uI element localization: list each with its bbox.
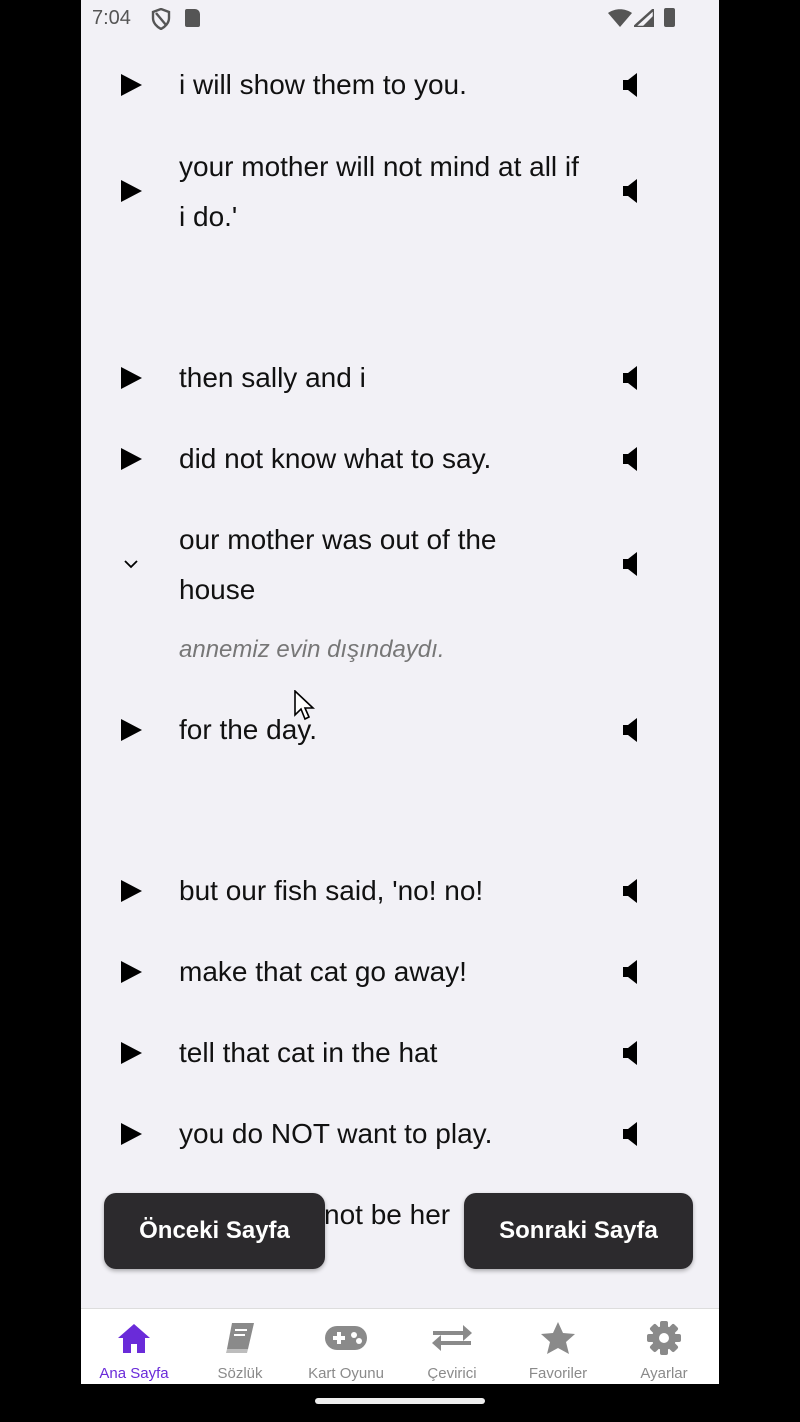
speaker-icon[interactable] xyxy=(623,447,641,471)
nav-item-home[interactable]: Ana Sayfa xyxy=(81,1309,187,1384)
speaker-icon[interactable] xyxy=(623,73,641,97)
status-time: 7:04 xyxy=(92,7,131,29)
speaker-icon[interactable] xyxy=(623,879,641,903)
sentence-text: our mother was out of the house xyxy=(179,524,497,605)
sentence-row: your mother will not mind at all if i do… xyxy=(81,142,719,242)
sentence-text: i will show them to you. xyxy=(179,69,467,100)
wifi-icon xyxy=(608,9,632,27)
sentence-text: did not know what to say. xyxy=(179,443,492,474)
sentence-row: tell that cat in the hat xyxy=(81,1028,719,1078)
speaker-icon[interactable] xyxy=(623,718,641,742)
nav-item-translator[interactable]: Çevirici xyxy=(399,1309,505,1384)
speaker-icon[interactable] xyxy=(623,960,641,984)
sentence-text: your mother will not mind at all if i do… xyxy=(179,151,579,232)
nav-item-favorites[interactable]: Favoriler xyxy=(505,1309,611,1384)
play-icon[interactable] xyxy=(121,719,142,741)
nav-item-settings[interactable]: Ayarlar xyxy=(611,1309,717,1384)
nav-label: Ayarlar xyxy=(640,1365,688,1382)
nav-item-dictionary[interactable]: Sözlük xyxy=(187,1309,293,1384)
previous-page-button[interactable]: Önceki Sayfa xyxy=(104,1193,325,1269)
gear-icon xyxy=(611,1319,717,1357)
swap-arrows-icon xyxy=(399,1319,505,1357)
play-icon[interactable] xyxy=(121,448,142,470)
nav-label: Favoriler xyxy=(528,1365,588,1382)
gamepad-icon xyxy=(293,1319,399,1357)
speaker-icon[interactable] xyxy=(623,366,641,390)
star-icon xyxy=(505,1319,611,1357)
nav-label: Çevirici xyxy=(427,1365,477,1382)
sentence-row: for the day. xyxy=(81,705,719,755)
sentence-text: then sally and i xyxy=(179,362,366,393)
sd-card-icon xyxy=(185,9,200,27)
nav-label: Ana Sayfa xyxy=(99,1365,169,1382)
play-icon[interactable] xyxy=(121,1042,142,1064)
battery-icon xyxy=(664,8,675,27)
speaker-icon[interactable] xyxy=(623,1041,641,1065)
sentence-text: you do NOT want to play. xyxy=(179,1118,493,1149)
next-page-button[interactable]: Sonraki Sayfa xyxy=(464,1193,693,1269)
sentence-text: for the day. xyxy=(179,714,318,745)
mouse-cursor-icon xyxy=(294,690,316,721)
speaker-icon[interactable] xyxy=(623,179,641,203)
sentence-row: did not know what to say. xyxy=(81,434,719,484)
play-icon[interactable] xyxy=(121,880,142,902)
sentence-text: make that cat go away! xyxy=(179,956,467,987)
play-icon[interactable] xyxy=(121,74,142,96)
sentence-row: you do NOT want to play. xyxy=(81,1109,719,1159)
app-screen: 7:04 i will show them to you. your mothe… xyxy=(81,0,719,1384)
play-icon[interactable] xyxy=(121,961,142,983)
sentence-row: make that cat go away! xyxy=(81,947,719,997)
speaker-icon[interactable] xyxy=(623,1122,641,1146)
signal-icon xyxy=(634,9,654,27)
play-icon[interactable] xyxy=(121,1123,142,1145)
sentence-text: tell that cat in the hat xyxy=(179,1037,438,1068)
play-icon[interactable] xyxy=(121,367,142,389)
book-icon xyxy=(187,1319,293,1357)
chevron-down-icon[interactable] xyxy=(124,557,138,571)
bottom-navigation: Ana Sayfa Sözlük Kart Oyunu Çevirici Fav… xyxy=(81,1308,719,1384)
play-icon[interactable] xyxy=(121,180,142,202)
nav-label: Sözlük xyxy=(217,1365,263,1382)
shield-icon xyxy=(151,8,171,30)
home-icon xyxy=(81,1319,187,1357)
nav-item-card-game[interactable]: Kart Oyunu xyxy=(293,1309,399,1384)
sentence-row-expanded: our mother was out of the house annemiz … xyxy=(81,515,719,675)
speaker-icon[interactable] xyxy=(623,552,641,576)
sentence-text: not be her xyxy=(324,1199,451,1230)
sentence-row: but our fish said, 'no! no! xyxy=(81,866,719,916)
home-indicator[interactable] xyxy=(315,1398,485,1404)
translation-text: annemiz evin dışındaydı. xyxy=(179,636,445,663)
sentence-text: but our fish said, 'no! no! xyxy=(179,875,484,906)
sentence-row: i will show them to you. xyxy=(81,60,719,110)
status-bar: 7:04 xyxy=(81,0,719,38)
sentence-row: then sally and i xyxy=(81,353,719,403)
nav-label: Kart Oyunu xyxy=(308,1365,384,1382)
